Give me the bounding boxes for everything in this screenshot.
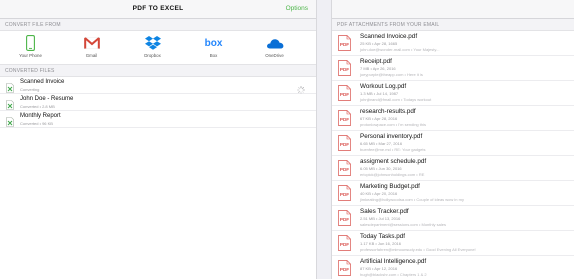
converted-file-status: Converted • 96 KB <box>20 121 53 126</box>
attachment-sender: joeypurple@theapp.com • Here it is <box>360 71 423 77</box>
pdf-file-icon: PDF <box>338 160 351 181</box>
right-nav-bar <box>332 0 574 19</box>
attachment-row[interactable]: PDF Scanned Invoice.pdf 25 KB • Apr 28, 16… <box>332 31 574 56</box>
attachment-name: Today Tasks.pdf <box>360 233 406 240</box>
attachment-sender: john.doe@wonder-mail.com • Your Majesty.… <box>360 46 440 52</box>
attachment-meta: 40 KB • Apr 20, 2016 <box>360 191 398 196</box>
source-gmail-label: Gmail <box>85 53 98 58</box>
pdf-file-icon: PDF <box>338 85 351 106</box>
pdf-badge: PDF <box>340 217 349 222</box>
converted-file-status: Converted • 2.8 MB <box>20 104 55 109</box>
attachment-row[interactable]: PDF Artificial Intelligence.pdf 87 KB • Ap… <box>332 256 574 279</box>
attachment-meta: 6.65 MB • Mar 27, 2016 <box>360 141 403 146</box>
attachment-row[interactable]: PDF Personal inventory.pdf 6.65 MB • Mar 2… <box>332 131 574 156</box>
attachment-name: Sales Tracker.pdf <box>360 208 409 215</box>
source-phone[interactable]: Your Phone <box>0 34 61 64</box>
converted-file-row[interactable]: Monthly Report Converted • 96 KB <box>0 111 316 128</box>
attachment-meta: 6.05 MB • Jun 30, 2016 <box>360 166 402 171</box>
excel-file-icon <box>6 114 14 132</box>
pdf-file-icon: PDF <box>338 60 351 81</box>
attachment-meta: 87 KB • Apr 12, 2016 <box>360 266 398 271</box>
pdf-badge: PDF <box>340 117 349 122</box>
converted-file-name: John Doe - Resume <box>20 96 74 102</box>
pdf-badge: PDF <box>340 242 349 247</box>
pdf-file-icon: PDF <box>338 210 351 231</box>
right-pane: PDF ATTACHMENTS FROM YOUR EMAIL PDF Scann… <box>331 0 574 279</box>
source-box-label: Box <box>209 53 218 58</box>
attachment-meta: 25 KB • Apr 28, 1665 <box>360 41 398 46</box>
attachment-sender: professorfahren@mimounsudy.edu • Good Ev… <box>360 246 476 252</box>
onedrive-icon <box>244 34 305 52</box>
attachment-row[interactable]: PDF Sales Tracker.pdf 2.51 MB • Jul 13, 20… <box>332 206 574 231</box>
attachment-name: assigment schedule.pdf <box>360 158 427 165</box>
nav-bar: PDF TO EXCEL Options <box>0 0 316 19</box>
attachment-row[interactable]: PDF Today Tasks.pdf 1.17 KB • Jun 16, 2016… <box>332 231 574 256</box>
source-dropbox-label: Dropbox <box>144 53 161 58</box>
attachment-row[interactable]: PDF assigment schedule.pdf 6.05 MB • Jun 3… <box>332 156 574 181</box>
pdf-file-icon: PDF <box>338 35 351 56</box>
box-logo-text: box <box>204 37 223 49</box>
converted-file-row[interactable]: Scanned Invoice Converting <box>0 77 316 94</box>
attachment-sender: johnjbrand@fmail.com • Todays workout <box>360 96 432 102</box>
pdf-badge: PDF <box>340 142 349 147</box>
source-list: Your Phone Gmail Dropbox box Box OneDriv… <box>0 31 316 65</box>
converted-file-row[interactable]: John Doe - Resume Converted • 2.8 MB <box>0 94 316 111</box>
attachment-sender: protonlowpace.com • I'm sending this <box>360 121 426 127</box>
page-title: PDF TO EXCEL <box>132 5 184 12</box>
phone-icon <box>0 34 61 52</box>
attachment-row[interactable]: PDF Marketing Budget.pdf 40 KB • Apr 20, 2… <box>332 181 574 206</box>
attachment-meta: 1.17 KB • Jun 16, 2016 <box>360 241 401 246</box>
attachment-name: Workout Log.pdf <box>360 83 407 90</box>
attachment-sender: jimkeating@hollywoodsa.com • Couple of i… <box>360 196 464 202</box>
pdf-badge: PDF <box>340 42 349 47</box>
attachment-sender: hugh@blackshr.com • Chapters 1 & 2 <box>360 271 427 277</box>
attachment-meta: 1.3 MB • Jul 14, 1987 <box>360 91 399 96</box>
attachments-heading: PDF ATTACHMENTS FROM YOUR EMAIL <box>332 19 574 31</box>
source-gmail[interactable]: Gmail <box>61 34 122 64</box>
attachment-name: Personal inventory.pdf <box>360 133 423 140</box>
pdf-badge: PDF <box>340 167 349 172</box>
attachment-name: Marketing Budget.pdf <box>360 183 420 190</box>
attachment-name: research-results.pdf <box>360 108 416 115</box>
convert-from-heading: CONVERT FILE FROM <box>0 19 316 31</box>
box-icon: box <box>183 34 244 52</box>
options-button[interactable]: Options <box>286 5 308 12</box>
left-pane: PDF TO EXCEL Options CONVERT FILE FROM Y… <box>0 0 317 279</box>
converted-file-name: Scanned Invoice <box>20 79 65 85</box>
pdf-file-icon: PDF <box>338 110 351 131</box>
pdf-file-icon: PDF <box>338 235 351 256</box>
attachment-name: Artificial Intelligence.pdf <box>360 258 427 265</box>
dropbox-icon <box>122 34 183 52</box>
attachment-sender: ericpick@johnsonholdings.com • RE <box>360 171 425 177</box>
attachment-row[interactable]: PDF research-results.pdf 67 KB • Apr 28, 2… <box>332 106 574 131</box>
attachment-meta: 2.51 MB • Jul 13, 2016 <box>360 216 401 221</box>
attachment-name: Scanned Invoice.pdf <box>360 33 418 40</box>
attachment-list: PDF Scanned Invoice.pdf 25 KB • Apr 28, 16… <box>332 31 574 279</box>
pdf-badge: PDF <box>340 92 349 97</box>
pdf-badge: PDF <box>340 267 349 272</box>
pdf-file-icon: PDF <box>338 135 351 156</box>
attachment-sender: buenfee@me.md • RE: Your gadgets <box>360 146 426 152</box>
attachment-sender: salesdepartment@sessions.com • Monthly s… <box>360 221 446 227</box>
converted-files-heading: CONVERTED FILES <box>0 65 316 77</box>
source-phone-label: Your Phone <box>19 53 42 58</box>
attachment-row[interactable]: PDF Receipt.pdf 7 MB • Apr 26, 2016 joeypur… <box>332 56 574 81</box>
attachment-meta: 67 KB • Apr 28, 2016 <box>360 116 398 121</box>
pdf-file-icon: PDF <box>338 185 351 206</box>
pdf-badge: PDF <box>340 67 349 72</box>
pdf-file-icon: PDF <box>338 260 351 279</box>
source-onedrive[interactable]: OneDrive <box>244 34 305 64</box>
gmail-icon <box>61 34 122 52</box>
converted-file-name: Monthly Report <box>20 113 61 119</box>
source-dropbox[interactable]: Dropbox <box>122 34 183 64</box>
pdf-badge: PDF <box>340 192 349 197</box>
attachment-meta: 7 MB • Apr 26, 2016 <box>360 66 396 71</box>
converted-file-status: Converting <box>20 87 40 92</box>
attachment-name: Receipt.pdf <box>360 58 392 65</box>
source-box[interactable]: box Box <box>183 34 244 64</box>
source-onedrive-label: OneDrive <box>265 53 284 58</box>
attachment-row[interactable]: PDF Workout Log.pdf 1.3 MB • Jul 14, 1987 j… <box>332 81 574 106</box>
